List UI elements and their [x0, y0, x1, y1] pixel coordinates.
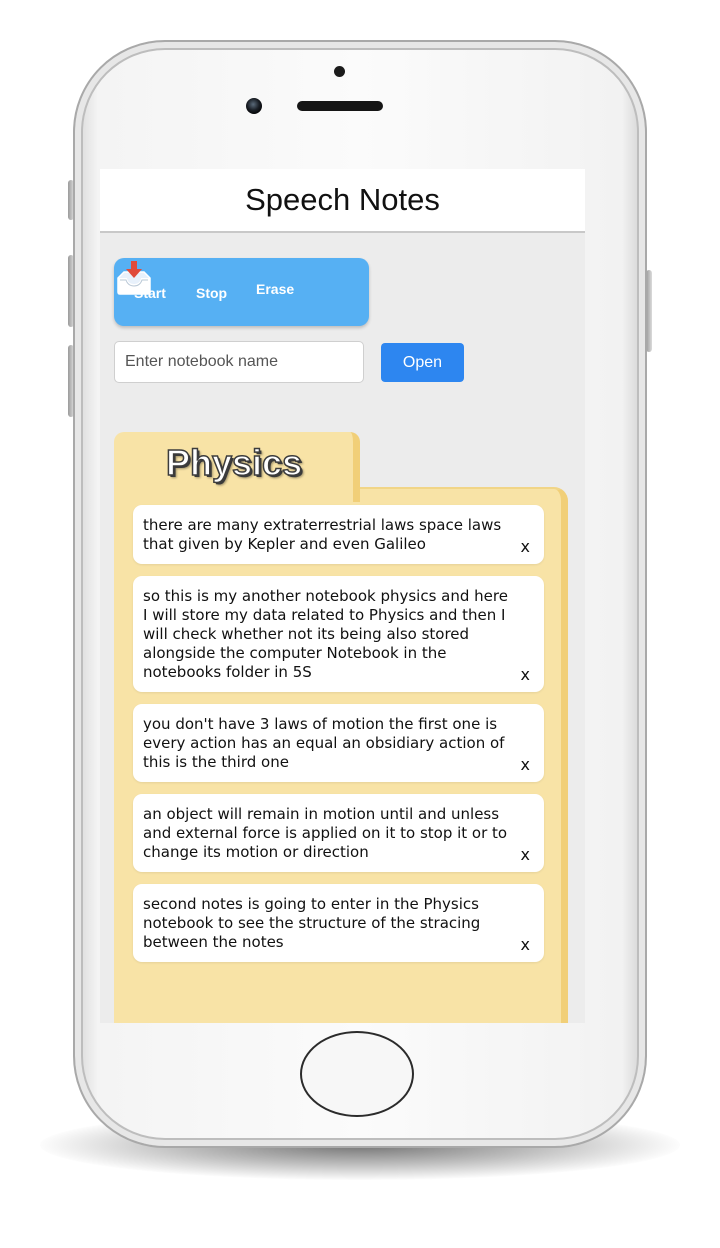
app-screen: Speech Notes Start Stop Erase Open Physi…: [100, 169, 585, 1023]
notebook-title: Physics: [165, 441, 303, 484]
note-card: an object will remain in motion until an…: [133, 794, 544, 872]
delete-note-button[interactable]: x: [521, 755, 530, 774]
app-header: Speech Notes: [100, 169, 585, 233]
note-card: there are many extraterrestrial laws spa…: [133, 505, 544, 564]
note-card: second notes is going to enter in the Ph…: [133, 884, 544, 962]
open-notebook-button[interactable]: Open: [381, 343, 464, 382]
note-text: an object will remain in motion until an…: [143, 805, 508, 861]
stop-button[interactable]: Stop: [196, 285, 227, 301]
note-card: so this is my another notebook physics a…: [133, 576, 544, 692]
note-text: there are many extraterrestrial laws spa…: [143, 516, 502, 553]
delete-note-button[interactable]: x: [521, 845, 530, 864]
app-title: Speech Notes: [245, 182, 440, 217]
home-button[interactable]: [300, 1031, 414, 1117]
note-text: second notes is going to enter in the Ph…: [143, 895, 481, 951]
notebook-name-input[interactable]: [114, 341, 364, 383]
delete-note-button[interactable]: x: [521, 665, 530, 684]
note-text: so this is my another notebook physics a…: [143, 587, 508, 681]
delete-note-button[interactable]: x: [521, 537, 530, 556]
start-button[interactable]: Start: [134, 285, 166, 301]
erase-button[interactable]: Erase: [256, 281, 294, 297]
proximity-sensor: [334, 66, 345, 77]
note-text: you don't have 3 laws of motion the firs…: [143, 715, 505, 771]
note-card: you don't have 3 laws of motion the firs…: [133, 704, 544, 782]
earpiece-speaker: [297, 101, 383, 111]
speech-toolbar: Start Stop Erase: [114, 258, 369, 326]
delete-note-button[interactable]: x: [521, 935, 530, 954]
notes-list: there are many extraterrestrial laws spa…: [133, 505, 544, 974]
front-camera: [246, 98, 262, 114]
